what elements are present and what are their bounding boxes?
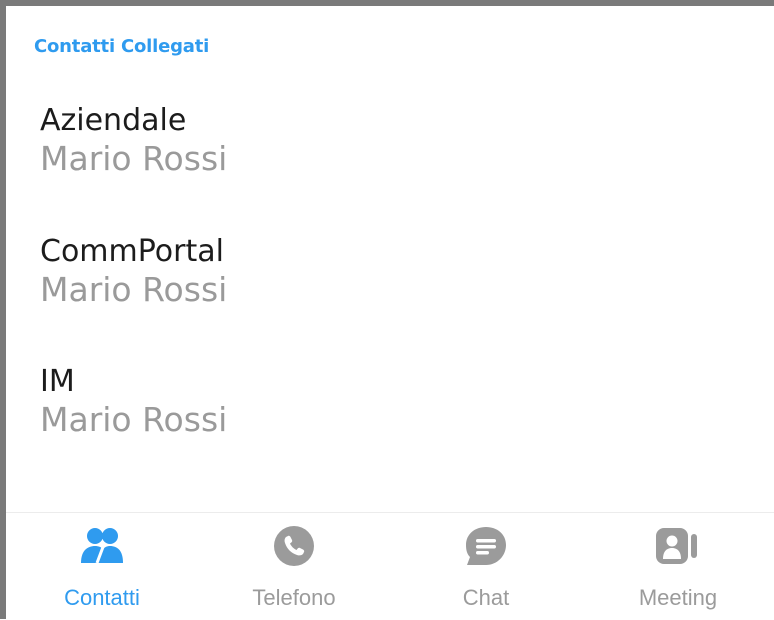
meeting-icon <box>653 525 703 567</box>
section-title: Contatti Collegati <box>34 36 210 57</box>
phone-icon <box>269 525 319 567</box>
tab-telefono[interactable]: Telefono <box>198 513 390 620</box>
entry-type-label: Aziendale <box>40 103 187 138</box>
linked-contact-im[interactable]: IM Mario Rossi <box>40 364 227 440</box>
tab-label: Meeting <box>638 585 718 610</box>
contacts-icon <box>77 525 127 567</box>
entry-type-label: IM <box>40 364 75 399</box>
tab-label: Contatti <box>64 585 140 610</box>
tab-contatti[interactable]: Contatti <box>6 513 198 620</box>
linked-contact-commportal[interactable]: CommPortal Mario Rossi <box>40 234 227 310</box>
entry-contact-name: Mario Rossi <box>40 139 228 178</box>
entry-type-label: CommPortal <box>40 234 224 269</box>
bottom-tab-bar: Contatti Telefono Chat Meeting <box>6 512 774 620</box>
tab-meeting[interactable]: Meeting <box>582 513 774 620</box>
tab-chat[interactable]: Chat <box>390 513 582 620</box>
entry-contact-name: Mario Rossi <box>40 270 228 309</box>
chat-icon <box>461 525 511 567</box>
entry-contact-name: Mario Rossi <box>40 400 228 439</box>
tab-label: Telefono <box>252 585 336 610</box>
tab-label: Chat <box>462 585 510 610</box>
linked-contact-aziendale[interactable]: Aziendale Mario Rossi <box>40 103 227 179</box>
